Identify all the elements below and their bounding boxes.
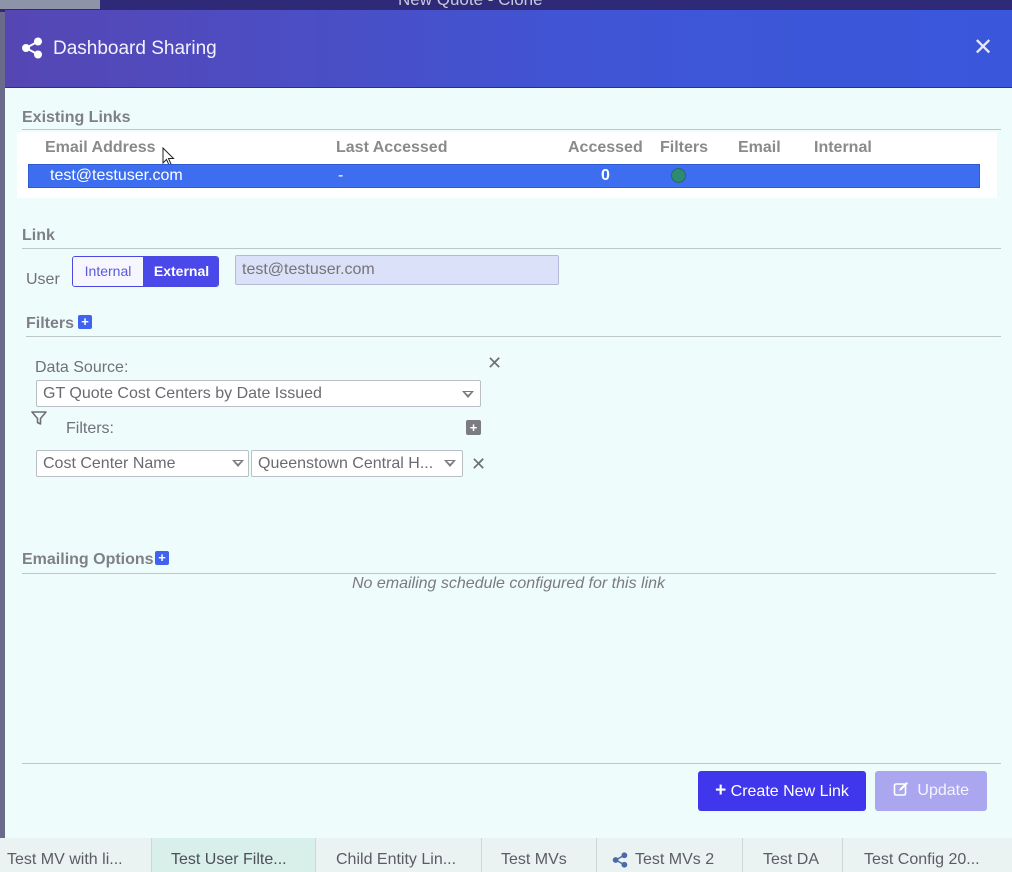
data-source-label: Data Source: bbox=[35, 359, 129, 376]
create-new-link-button[interactable]: + Create New Link bbox=[698, 771, 866, 811]
divider bbox=[22, 248, 1001, 249]
filter-funnel-icon bbox=[31, 411, 47, 425]
chevron-down-icon bbox=[462, 391, 474, 398]
row-last-accessed: - bbox=[338, 167, 344, 184]
data-source-select[interactable]: GT Quote Cost Centers by Date Issued bbox=[36, 380, 481, 407]
filter-value-text: Queenstown Central H... bbox=[258, 455, 434, 472]
no-schedule-message: No emailing schedule configured for this… bbox=[351, 575, 666, 592]
divider bbox=[22, 129, 1001, 130]
add-filter-rule-icon[interactable]: + bbox=[466, 420, 481, 435]
row-accessed-count: 0 bbox=[601, 167, 610, 184]
tab-child-entity-links[interactable]: Child Entity Lin... bbox=[316, 838, 482, 872]
tab-test-config[interactable]: Test Config 20... bbox=[843, 838, 1012, 872]
link-section-title: Link bbox=[22, 227, 55, 244]
filter-field-value: Cost Center Name bbox=[43, 455, 176, 472]
tab-test-mvs[interactable]: Test MVs bbox=[482, 838, 597, 872]
user-label: User bbox=[26, 271, 60, 288]
divider bbox=[22, 573, 996, 574]
share-icon bbox=[22, 37, 42, 59]
toggle-internal-button[interactable]: Internal bbox=[73, 257, 143, 286]
edit-icon bbox=[893, 782, 908, 796]
update-button[interactable]: Update bbox=[875, 771, 987, 811]
filters-indicator-icon bbox=[671, 168, 686, 183]
update-label: Update bbox=[917, 782, 970, 799]
create-new-link-label: Create New Link bbox=[730, 783, 849, 800]
data-source-value: GT Quote Cost Centers by Date Issued bbox=[43, 385, 322, 402]
tab-test-mv-with-links[interactable]: Test MV with li... bbox=[0, 838, 152, 872]
remove-data-source-icon[interactable]: ✕ bbox=[487, 354, 502, 372]
chevron-down-icon bbox=[444, 460, 456, 467]
chevron-down-icon bbox=[232, 460, 244, 467]
modal-title: Dashboard Sharing bbox=[53, 38, 217, 59]
column-header-email-flag[interactable]: Email bbox=[738, 139, 781, 157]
background-tab bbox=[0, 0, 100, 9]
filters-label: Filters: bbox=[66, 420, 114, 437]
close-icon[interactable]: ✕ bbox=[971, 36, 995, 60]
toggle-external-button[interactable]: External bbox=[143, 257, 218, 286]
share-icon bbox=[612, 852, 628, 868]
user-type-toggle: Internal External bbox=[72, 256, 219, 287]
footer-divider bbox=[22, 763, 1001, 764]
plus-icon: + bbox=[715, 780, 727, 801]
column-header-last-accessed[interactable]: Last Accessed bbox=[336, 139, 447, 157]
filters-section-title: Filters bbox=[26, 315, 75, 332]
remove-filter-rule-icon[interactable]: ✕ bbox=[471, 455, 486, 473]
existing-links-title: Existing Links bbox=[22, 109, 131, 126]
filter-value-select[interactable]: Queenstown Central H... bbox=[251, 450, 463, 477]
filter-field-select[interactable]: Cost Center Name bbox=[36, 450, 249, 477]
column-header-accessed[interactable]: Accessed bbox=[568, 139, 643, 157]
user-email-input[interactable] bbox=[235, 255, 559, 285]
row-email[interactable]: test@testuser.com bbox=[50, 167, 183, 185]
modal-header: Dashboard Sharing ✕ bbox=[5, 10, 1012, 88]
emailing-options-title: Emailing Options bbox=[22, 551, 154, 568]
divider bbox=[26, 336, 1001, 337]
column-header-filters[interactable]: Filters bbox=[660, 139, 708, 157]
column-header-internal[interactable]: Internal bbox=[814, 139, 872, 157]
column-header-email[interactable]: Email Address bbox=[45, 139, 156, 157]
background-title: New Quote - Clone bbox=[398, 0, 543, 10]
add-email-schedule-icon[interactable]: + bbox=[155, 551, 169, 565]
tab-test-da[interactable]: Test DA bbox=[743, 838, 843, 872]
tab-test-user-filter[interactable]: Test User Filte... bbox=[152, 838, 316, 872]
add-filter-section-icon[interactable]: + bbox=[78, 315, 92, 329]
